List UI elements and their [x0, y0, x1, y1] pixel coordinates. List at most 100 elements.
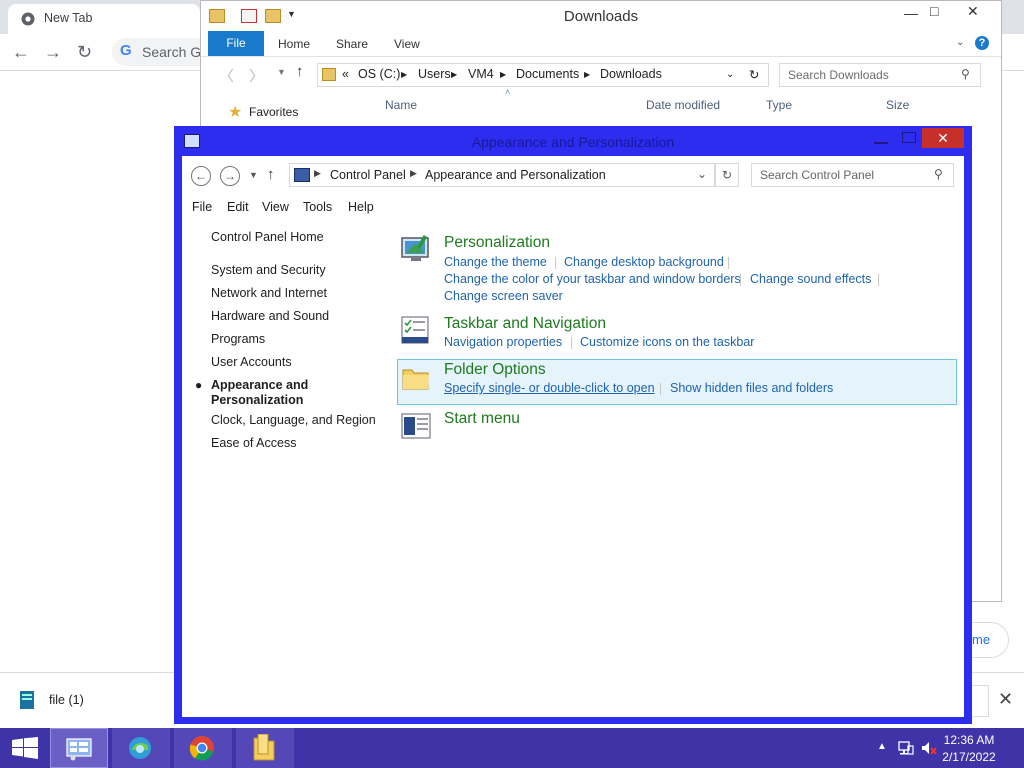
close-icon[interactable]: ✕ — [967, 3, 979, 20]
sidebar-item-appearance[interactable]: Appearance and Personalization — [211, 378, 351, 408]
explorer-address-bar[interactable]: « OS (C:) ▶ Users ▶ VM4 ▶ Documents ▶ Do… — [317, 63, 769, 87]
clock-date[interactable]: 2/17/2022 — [936, 750, 1002, 764]
breadcrumb-control-panel[interactable]: Control Panel — [330, 168, 406, 182]
link-change-theme[interactable]: Change the theme — [444, 255, 547, 269]
sidebar-item-clock-language-region[interactable]: Clock, Language, and Region — [211, 413, 376, 427]
explorer-search-box[interactable]: Search Downloads ⚲ — [779, 63, 981, 87]
taskbar-edge[interactable] — [112, 728, 170, 768]
column-type[interactable]: Type — [766, 98, 792, 112]
category-folder-options[interactable]: Folder Options — [444, 361, 546, 379]
chevron-right-icon[interactable]: ▶ — [500, 70, 506, 79]
category-personalization[interactable]: Personalization — [444, 234, 550, 252]
menu-tools[interactable]: Tools — [303, 200, 332, 214]
sidebar-item-ease-of-access[interactable]: Ease of Access — [211, 436, 296, 450]
menu-file[interactable]: File — [192, 200, 212, 214]
back-arrow-icon[interactable]: ← — [12, 42, 30, 63]
breadcrumb-os-c[interactable]: OS (C:) — [358, 67, 400, 81]
help-icon[interactable]: ? — [975, 36, 989, 50]
link-customize-taskbar-icons[interactable]: Customize icons on the taskbar — [580, 335, 754, 349]
link-show-hidden-files[interactable]: Show hidden files and folders — [670, 381, 833, 395]
link-single-double-click[interactable]: Specify single- or double-click to open — [444, 381, 655, 395]
customize-chrome-label: me — [972, 632, 991, 647]
up-arrow-icon[interactable]: ↑ — [296, 63, 304, 80]
link-change-screen-saver[interactable]: Change screen saver — [444, 289, 563, 303]
breadcrumb-downloads[interactable]: Downloads — [600, 67, 662, 81]
breadcrumb-appearance[interactable]: Appearance and Personalization — [425, 168, 606, 182]
ribbon-expand-icon[interactable]: ⌄ — [956, 37, 964, 48]
cp-address-bar[interactable]: ▶ Control Panel ▶ Appearance and Persona… — [289, 163, 715, 187]
breadcrumb-vm4[interactable]: VM4 — [468, 67, 494, 81]
menu-help[interactable]: Help — [348, 200, 374, 214]
link-change-taskbar-color[interactable]: Change the color of your taskbar and win… — [444, 272, 741, 286]
customize-chrome-button[interactable]: me — [968, 622, 1009, 658]
maximize-icon[interactable]: □ — [930, 3, 938, 19]
refresh-icon[interactable]: ↻ — [715, 163, 739, 187]
chevron-right-icon[interactable]: ▶ — [451, 70, 457, 79]
taskbar-control-panel[interactable] — [50, 728, 108, 768]
taskbar: ▲ 12:36 AM 2/17/2022 — [0, 728, 1024, 768]
category-start-menu[interactable]: Start menu — [444, 410, 520, 428]
minimize-icon[interactable] — [874, 142, 888, 144]
close-icon[interactable]: ✕ — [922, 128, 964, 148]
forward-arrow-icon[interactable]: → — [44, 42, 62, 63]
address-dropdown-icon[interactable]: ⌄ — [697, 167, 707, 181]
forward-arrow-icon[interactable]: → — [220, 166, 240, 186]
tray-overflow-icon[interactable]: ▲ — [877, 741, 887, 752]
link-navigation-properties[interactable]: Navigation properties — [444, 335, 562, 349]
column-date-modified[interactable]: Date modified — [646, 98, 720, 112]
taskbar-file-explorer[interactable] — [236, 728, 294, 768]
forward-arrow-icon[interactable]: 〉 — [249, 65, 264, 86]
sort-arrow-icon: ˄ — [505, 87, 511, 97]
chevron-right-icon[interactable]: ▶ — [410, 168, 417, 179]
chevron-right-icon[interactable]: ▶ — [584, 70, 590, 79]
column-name[interactable]: Name — [385, 98, 417, 112]
refresh-icon[interactable]: ↻ — [749, 67, 759, 82]
network-icon[interactable] — [898, 740, 914, 756]
control-panel-window: Appearance and Personalization ✕ ← → ▼ ↑… — [174, 126, 972, 724]
breadcrumb-overflow[interactable]: « — [342, 67, 349, 81]
menu-view[interactable]: View — [262, 200, 289, 214]
cp-search-box[interactable]: Search Control Panel ⚲ — [751, 163, 954, 187]
taskbar-chrome[interactable] — [174, 728, 232, 768]
close-shelf-icon[interactable]: ✕ — [998, 689, 1013, 710]
menu-edit[interactable]: Edit — [227, 200, 249, 214]
sidebar-item-user-accounts[interactable]: User Accounts — [211, 355, 292, 369]
back-arrow-icon[interactable]: 〈 — [219, 65, 234, 86]
category-taskbar-navigation[interactable]: Taskbar and Navigation — [444, 315, 606, 333]
chrome-tab-new-tab[interactable]: New Tab — [8, 4, 200, 34]
breadcrumb-documents[interactable]: Documents — [516, 67, 579, 81]
sidebar-item-network-internet[interactable]: Network and Internet — [211, 286, 327, 300]
explorer-titlebar[interactable]: ▼ Downloads — □ ✕ — [201, 1, 1001, 31]
cp-title: Appearance and Personalization — [471, 134, 675, 150]
address-dropdown-icon[interactable]: ⌄ — [726, 69, 734, 80]
recent-locations-icon[interactable]: ▼ — [277, 67, 286, 77]
ribbon-tab-file[interactable]: File — [208, 31, 264, 56]
link-change-desktop-background[interactable]: Change desktop background — [564, 255, 724, 269]
sidebar-control-panel-home[interactable]: Control Panel Home — [211, 230, 324, 244]
reload-icon[interactable]: ↻ — [77, 42, 92, 63]
clock-time[interactable]: 12:36 AM — [936, 733, 1002, 747]
sidebar-item-hardware-sound[interactable]: Hardware and Sound — [211, 309, 329, 323]
up-arrow-icon[interactable]: ↑ — [267, 166, 275, 183]
recent-pages-icon[interactable]: ▼ — [249, 170, 258, 180]
volume-muted-icon[interactable] — [921, 740, 937, 756]
column-size[interactable]: Size — [886, 98, 909, 112]
ribbon-tab-view[interactable]: View — [394, 37, 420, 51]
ribbon-tab-share[interactable]: Share — [336, 37, 368, 51]
nav-favorites[interactable]: Favorites — [249, 105, 298, 119]
ribbon-tab-home[interactable]: Home — [278, 37, 310, 51]
control-panel-icon — [66, 738, 92, 761]
link-change-sound-effects[interactable]: Change sound effects — [750, 272, 871, 286]
sidebar-item-programs[interactable]: Programs — [211, 332, 265, 346]
windows-start-icon[interactable] — [12, 737, 38, 759]
chevron-right-icon[interactable]: ▶ — [314, 168, 321, 179]
maximize-icon[interactable] — [902, 132, 916, 143]
chevron-right-icon[interactable]: ▶ — [401, 70, 407, 79]
cp-titlebar[interactable]: Appearance and Personalization ✕ — [174, 126, 972, 156]
file-explorer-icon — [253, 734, 275, 761]
breadcrumb-users[interactable]: Users — [418, 67, 451, 81]
back-arrow-icon[interactable]: ← — [191, 166, 211, 186]
minimize-icon[interactable]: — — [904, 5, 918, 21]
download-item[interactable]: file (1) — [49, 693, 84, 707]
sidebar-item-system-security[interactable]: System and Security — [211, 263, 326, 277]
